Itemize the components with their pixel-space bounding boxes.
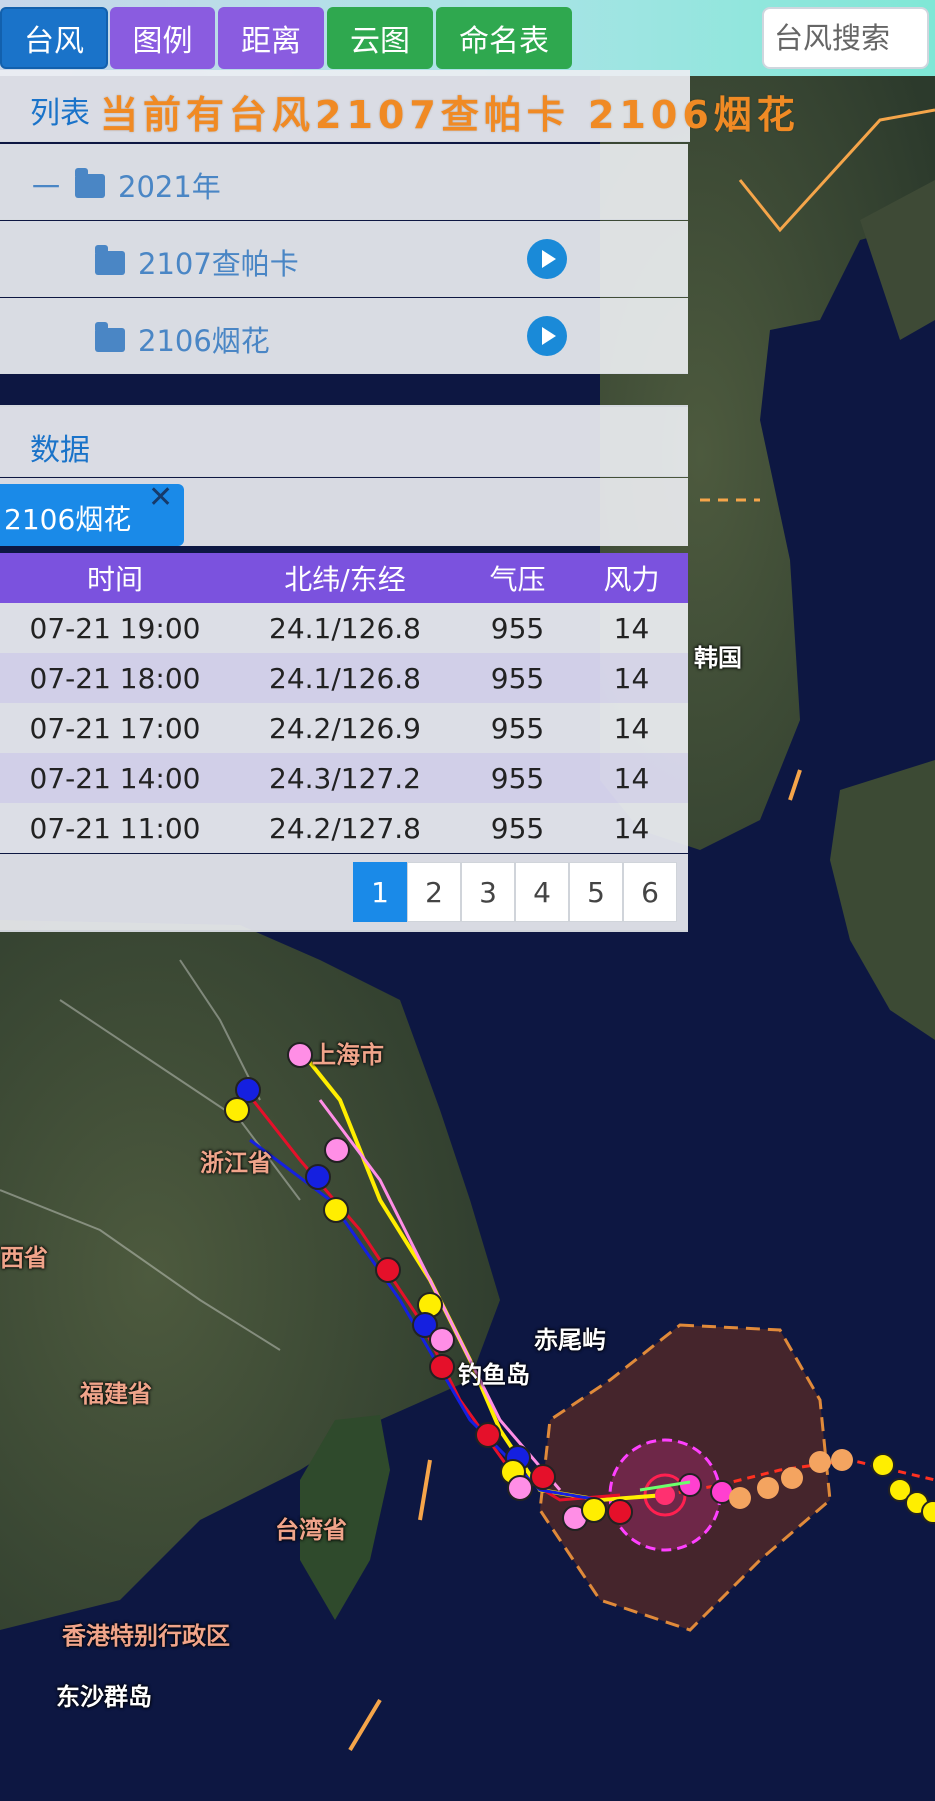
track-point [678, 1473, 702, 1497]
cell-pressure: 955 [460, 803, 575, 853]
table-row[interactable]: 07-21 11:00 24.2/127.8 955 14 [0, 803, 688, 853]
data-title[interactable]: 数据 [30, 425, 90, 469]
forecast-point [781, 1467, 803, 1489]
cell-wind: 14 [575, 803, 688, 853]
cell-wind: 14 [575, 603, 688, 653]
track-point [224, 1097, 250, 1123]
tree-year-label: 2021年 [118, 170, 221, 204]
typhoon-button[interactable]: 台风 [0, 7, 108, 69]
cell-wind: 14 [575, 753, 688, 803]
cell-pressure: 955 [460, 753, 575, 803]
forecast-point [729, 1487, 751, 1509]
page-button-5[interactable]: 5 [569, 862, 623, 922]
folder-icon [75, 168, 105, 198]
cell-wind: 14 [575, 653, 688, 703]
close-icon[interactable]: ✕ [148, 480, 173, 515]
track-point [287, 1042, 313, 1068]
typhoon-search-input[interactable] [762, 7, 929, 69]
cell-wind: 14 [575, 703, 688, 753]
page-button-2[interactable]: 2 [407, 862, 461, 922]
table-row[interactable]: 07-21 19:00 24.1/126.8 955 14 [0, 603, 688, 653]
tree-node-typhoon[interactable]: 2106烟花 [0, 298, 688, 374]
forecast-point [871, 1453, 895, 1477]
track-point [530, 1464, 556, 1490]
list-header: 列表 当前有台风2107查帕卡 2106烟花 [0, 70, 795, 142]
track-point [429, 1354, 455, 1380]
page-button-6[interactable]: 6 [623, 862, 677, 922]
table-header-row: 时间 北纬/东经 气压 风力 [0, 553, 688, 603]
map-label-dongsha: 东沙群岛 [56, 1683, 152, 1711]
cell-time: 07-21 14:00 [0, 753, 230, 803]
map-label-korea: 韩国 [694, 644, 742, 672]
table-row[interactable]: 07-21 17:00 24.2/126.9 955 14 [0, 703, 688, 753]
map-label-shanghai: 上海市 [312, 1041, 384, 1069]
forecast-point [831, 1449, 853, 1471]
map-label-fujian: 福建省 [80, 1380, 152, 1408]
typhoon-data-table: 时间 北纬/东经 气压 风力 07-21 19:00 24.1/126.8 95… [0, 553, 688, 853]
table-row[interactable]: 07-21 18:00 24.1/126.8 955 14 [0, 653, 688, 703]
track-point [429, 1327, 455, 1353]
table-row[interactable]: 07-21 14:00 24.3/127.2 955 14 [0, 753, 688, 803]
map-label-zhejiang: 浙江省 [200, 1149, 272, 1177]
cell-position: 24.2/126.9 [230, 703, 460, 753]
map-label-diaoyu: 钓鱼岛 [458, 1361, 530, 1389]
map-label-jiangxi: 西省 [0, 1244, 48, 1272]
list-title[interactable]: 列表 [30, 88, 90, 132]
track-point [581, 1497, 607, 1523]
cell-pressure: 955 [460, 653, 575, 703]
cell-position: 24.1/126.8 [230, 653, 460, 703]
cloud-map-button[interactable]: 云图 [327, 7, 433, 69]
folder-icon [95, 322, 125, 352]
cell-time: 07-21 17:00 [0, 703, 230, 753]
folder-icon [95, 245, 125, 275]
column-header-position: 北纬/东经 [230, 553, 460, 603]
page-button-1[interactable]: 1 [353, 862, 407, 922]
cell-position: 24.3/127.2 [230, 753, 460, 803]
tree-node-year[interactable]: 一 2021年 [0, 144, 688, 220]
play-icon[interactable] [527, 316, 567, 356]
column-header-wind: 风力 [575, 553, 688, 603]
typhoon-label: 2107查帕卡 [138, 247, 299, 281]
naming-table-button[interactable]: 命名表 [436, 7, 572, 69]
column-header-pressure: 气压 [460, 553, 575, 603]
distance-button[interactable]: 距离 [218, 7, 324, 69]
forecast-point [921, 1500, 935, 1524]
top-toolbar: 台风 图例 距离 云图 命名表 [0, 0, 935, 76]
cell-pressure: 955 [460, 603, 575, 653]
map-label-hongkong: 香港特别行政区 [62, 1622, 230, 1650]
cell-position: 24.1/126.8 [230, 603, 460, 653]
current-typhoon-marquee: 当前有台风2107查帕卡 2106烟花 [100, 93, 800, 137]
cell-pressure: 955 [460, 703, 575, 753]
tree-node-typhoon[interactable]: 2107查帕卡 [0, 221, 688, 297]
track-point [324, 1137, 350, 1163]
cell-time: 07-21 18:00 [0, 653, 230, 703]
play-icon[interactable] [527, 239, 567, 279]
data-header: 数据 [0, 405, 688, 477]
legend-button[interactable]: 图例 [110, 7, 215, 69]
column-header-time: 时间 [0, 553, 230, 603]
typhoon-label: 2106烟花 [138, 324, 270, 358]
pagination: 1 2 3 4 5 6 [0, 854, 688, 932]
track-point [305, 1164, 331, 1190]
page-button-4[interactable]: 4 [515, 862, 569, 922]
page-button-3[interactable]: 3 [461, 862, 515, 922]
typhoon-panel: 列表 当前有台风2107查帕卡 2106烟花 一 2021年 2107查帕卡 2… [0, 70, 795, 932]
track-point [507, 1475, 533, 1501]
map-label-taiwan: 台湾省 [275, 1516, 347, 1544]
collapse-icon[interactable]: 一 [32, 166, 60, 206]
map-label-chiwei: 赤尾屿 [534, 1326, 606, 1354]
track-point [323, 1197, 349, 1223]
track-point [607, 1499, 633, 1525]
forecast-point [757, 1477, 779, 1499]
track-point [475, 1422, 501, 1448]
forecast-point [809, 1451, 831, 1473]
selected-typhoon-tags: 2106烟花 ✕ [0, 478, 688, 546]
typhoon-tag-label: 2106烟花 [4, 503, 132, 536]
cell-position: 24.2/127.8 [230, 803, 460, 853]
cell-time: 07-21 11:00 [0, 803, 230, 853]
track-point [375, 1257, 401, 1283]
cell-time: 07-21 19:00 [0, 603, 230, 653]
